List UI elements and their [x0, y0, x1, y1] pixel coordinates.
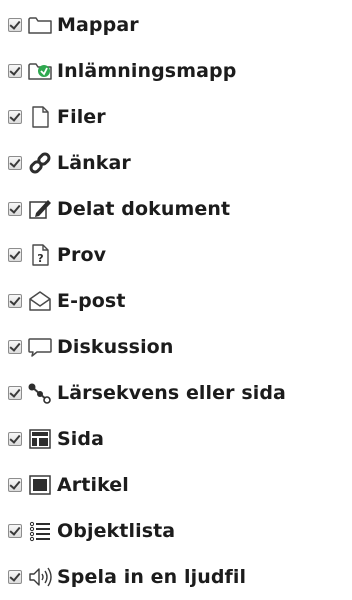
item-label: Mappar	[57, 14, 139, 36]
checkbox-inlamningsmapp[interactable]	[8, 64, 22, 78]
list-icon	[27, 518, 53, 544]
checkbox-artikel[interactable]	[8, 478, 22, 492]
folder-icon	[27, 12, 53, 38]
list-item-objektlista[interactable]: Objektlista	[0, 508, 352, 554]
list-item-sida[interactable]: Sida	[0, 416, 352, 462]
item-label: Länkar	[57, 152, 131, 174]
checkbox-diskussion[interactable]	[8, 340, 22, 354]
item-label: Prov	[57, 244, 107, 266]
list-item-spela-in[interactable]: Spela in en ljudfil	[0, 554, 352, 600]
item-label: E-post	[57, 290, 126, 312]
checkbox-spela-in[interactable]	[8, 570, 22, 584]
list-item-lankar[interactable]: Länkar	[0, 140, 352, 186]
list-item-prov[interactable]: ? Prov	[0, 232, 352, 278]
list-item-diskussion[interactable]: Diskussion	[0, 324, 352, 370]
quiz-icon: ?	[27, 242, 53, 268]
link-icon	[27, 150, 53, 176]
speaker-icon	[27, 564, 53, 590]
item-label: Spela in en ljudfil	[57, 566, 247, 588]
content-type-list: Mappar Inlämningsmapp Filer Länkar Delat…	[0, 0, 352, 600]
checkbox-mappar[interactable]	[8, 18, 22, 32]
checkbox-e-post[interactable]	[8, 294, 22, 308]
item-label: Sida	[57, 428, 105, 450]
dropbox-folder-icon	[27, 58, 53, 84]
edit-document-icon	[27, 196, 53, 222]
checkbox-filer[interactable]	[8, 110, 22, 124]
checkbox-larsekvens[interactable]	[8, 386, 22, 400]
list-item-delat-dokument[interactable]: Delat dokument	[0, 186, 352, 232]
item-label: Artikel	[57, 474, 129, 496]
checkbox-delat-dokument[interactable]	[8, 202, 22, 216]
list-item-filer[interactable]: Filer	[0, 94, 352, 140]
article-icon	[27, 472, 53, 498]
checkbox-sida[interactable]	[8, 432, 22, 446]
list-item-e-post[interactable]: E-post	[0, 278, 352, 324]
speech-bubble-icon	[27, 334, 53, 360]
item-label: Filer	[57, 106, 106, 128]
item-label: Delat dokument	[57, 198, 231, 220]
learning-path-icon	[27, 380, 53, 406]
checkbox-prov[interactable]	[8, 248, 22, 262]
list-item-mappar[interactable]: Mappar	[0, 2, 352, 48]
envelope-icon	[27, 288, 53, 314]
checkbox-objektlista[interactable]	[8, 524, 22, 538]
list-item-artikel[interactable]: Artikel	[0, 462, 352, 508]
page-layout-icon	[27, 426, 53, 452]
file-icon	[27, 104, 53, 130]
list-item-larsekvens[interactable]: Lärsekvens eller sida	[0, 370, 352, 416]
item-label: Lärsekvens eller sida	[57, 382, 286, 404]
item-label: Inlämningsmapp	[57, 60, 237, 82]
item-label: Objektlista	[57, 520, 176, 542]
svg-text:?: ?	[37, 252, 43, 265]
list-item-inlamningsmapp[interactable]: Inlämningsmapp	[0, 48, 352, 94]
item-label: Diskussion	[57, 336, 174, 358]
checkbox-lankar[interactable]	[8, 156, 22, 170]
